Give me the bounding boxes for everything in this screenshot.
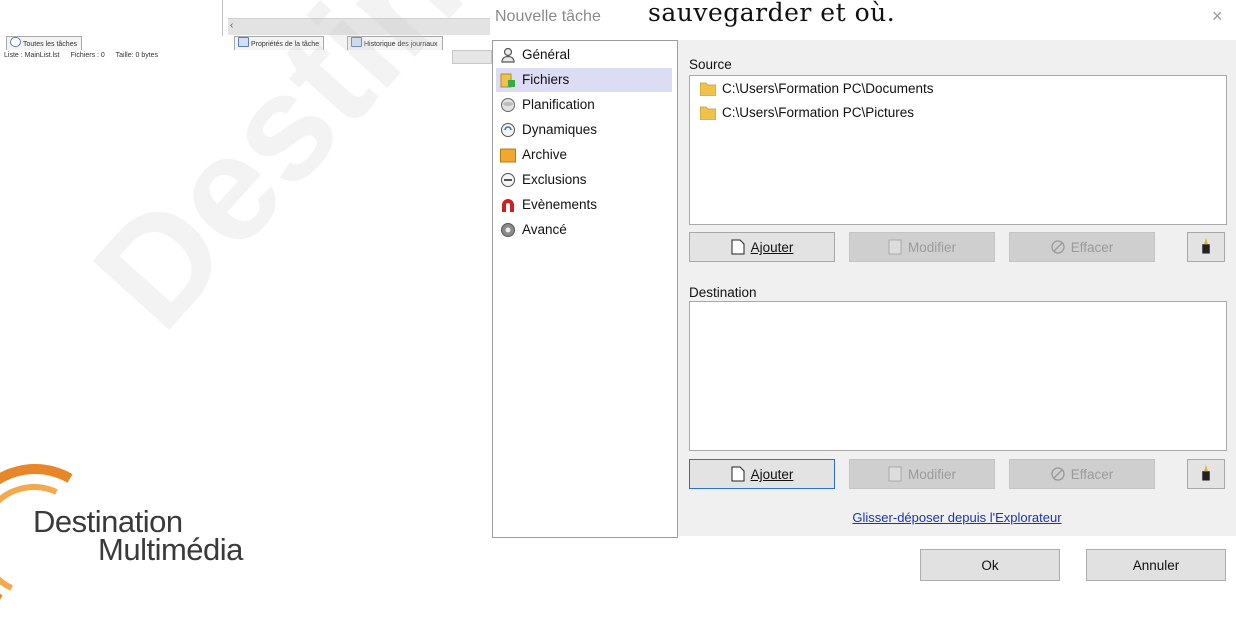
destination-clear-button[interactable]: Effacer	[1009, 459, 1155, 489]
background-status-bar: Liste : MainList.lst Fichiers : 0 Taille…	[4, 52, 167, 59]
nav-item-events[interactable]: Evènements	[496, 193, 672, 217]
properties-icon	[238, 37, 249, 47]
archive-icon	[500, 148, 516, 163]
nav-item-dynamic[interactable]: Dynamiques	[496, 118, 672, 142]
nav-item-planning[interactable]: Planification	[496, 93, 672, 117]
nav-item-advanced[interactable]: Avancé	[496, 218, 672, 242]
log-icon	[351, 37, 362, 47]
nav-item-exclusions[interactable]: Exclusions	[496, 168, 672, 192]
page-heading: sauvegarder et où.	[648, 0, 896, 27]
close-icon[interactable]: ×	[1212, 6, 1223, 27]
source-add-button[interactable]: Ajouter	[689, 232, 835, 262]
source-clear-button[interactable]: Effacer	[1009, 232, 1155, 262]
status-list: Liste : MainList.lst	[4, 52, 60, 59]
background-tree-pane	[0, 0, 223, 36]
logo-line-2: Multimédia	[98, 532, 243, 567]
background-app: ‹	[0, 0, 490, 70]
destination-modify-button[interactable]: Modifier	[849, 459, 995, 489]
background-tabs: Toutes les tâches Propriétés de la tâche…	[0, 36, 490, 50]
cancel-button[interactable]: Annuler	[1086, 549, 1226, 581]
dynamic-icon	[501, 123, 515, 137]
source-list[interactable]: C:\Users\Formation PC\Documents C:\Users…	[689, 75, 1227, 225]
source-label: Source	[689, 57, 732, 72]
nav-item-files[interactable]: Fichiers	[496, 68, 672, 92]
destination-list[interactable]	[689, 301, 1227, 451]
tab-task-properties[interactable]: Propriétés de la tâche	[234, 36, 325, 50]
files-icon	[500, 73, 515, 88]
schedule-icon	[501, 98, 515, 112]
gear-icon	[501, 223, 515, 237]
destination-label: Destination	[689, 285, 757, 300]
status-files: Fichiers : 0	[70, 52, 105, 59]
edit-icon	[888, 466, 902, 482]
clear-icon	[1051, 240, 1065, 254]
horizontal-scrollbar[interactable]: ‹	[228, 18, 490, 35]
files-panel: Source C:\Users\Formation PC\Documents C…	[678, 40, 1236, 536]
user-icon	[501, 47, 515, 63]
new-file-icon	[731, 239, 745, 255]
drag-drop-link[interactable]: Glisser-déposer depuis l'Explorateur	[678, 510, 1236, 525]
brush-icon	[1202, 464, 1210, 481]
tab-all-tasks[interactable]: Toutes les tâches	[6, 36, 83, 50]
source-modify-button[interactable]: Modifier	[849, 232, 995, 262]
new-file-icon	[731, 466, 745, 482]
source-pick-button[interactable]	[1187, 232, 1225, 262]
exclusion-icon	[501, 173, 515, 187]
destination-add-button[interactable]: Ajouter	[689, 459, 835, 489]
nav-item-archive[interactable]: Archive	[496, 143, 672, 167]
brush-icon	[1202, 237, 1210, 254]
edit-icon	[888, 239, 902, 255]
tab-log-history[interactable]: Historique des journaux	[347, 36, 443, 50]
status-panel	[452, 50, 492, 64]
category-nav: Général Fichiers Planification Dynamique…	[492, 40, 678, 538]
scroll-left-icon[interactable]: ‹	[230, 20, 233, 31]
folder-icon	[700, 106, 716, 120]
tasks-icon	[10, 37, 21, 47]
status-size: Taille: 0 bytes	[115, 52, 159, 59]
folder-icon	[700, 82, 716, 96]
nav-item-general[interactable]: Général	[496, 43, 672, 67]
destination-pick-button[interactable]	[1187, 459, 1225, 489]
logo: Destination Multimédia	[0, 447, 300, 631]
events-icon	[502, 199, 514, 212]
dialog-title: Nouvelle tâche	[495, 8, 601, 25]
ok-button[interactable]: Ok	[920, 549, 1060, 581]
clear-icon	[1051, 467, 1065, 481]
new-task-dialog: Nouvelle tâche × Général Fichiers Planif…	[490, 0, 1236, 581]
